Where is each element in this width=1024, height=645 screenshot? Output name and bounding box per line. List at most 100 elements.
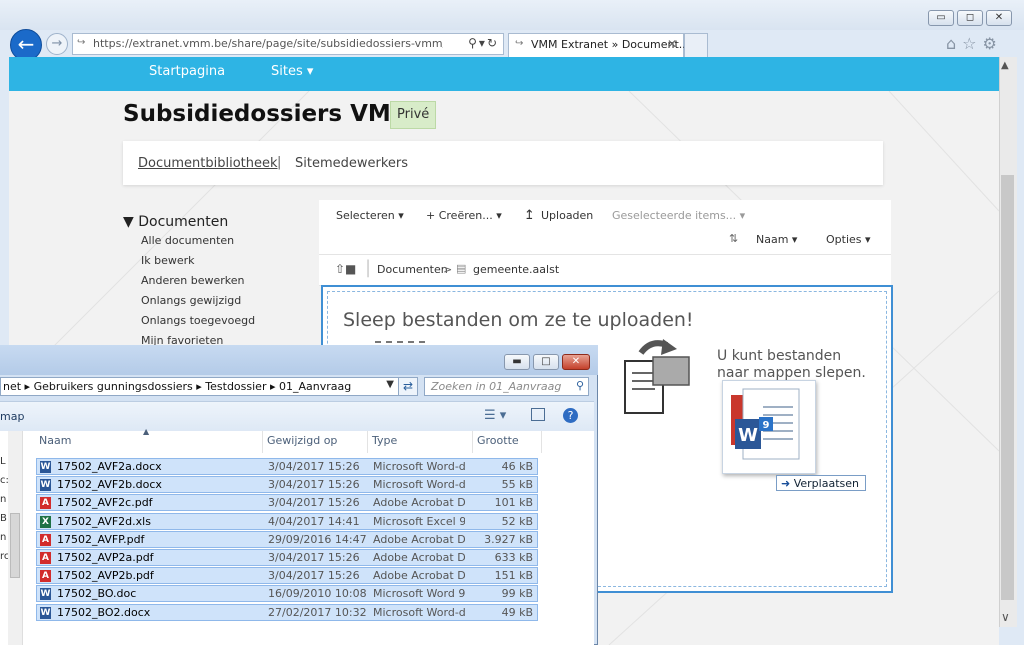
drag-to-folder-icon [624, 339, 690, 414]
refresh-icon[interactable]: ⇄ [398, 377, 418, 396]
create-menu-button[interactable]: + Creëren... ▾ [426, 209, 502, 222]
file-row[interactable]: A 17502_AVFP.pdf 29/09/2016 14:47 Adobe Acr… [36, 530, 538, 548]
file-name: 17502_AVF2d.xls [57, 514, 151, 528]
explorer-maximize-button[interactable]: □ [533, 354, 559, 370]
file-size: 99 kB [501, 587, 533, 601]
word-icon: W [40, 461, 51, 473]
upload-icon[interactable]: ↥ [524, 208, 535, 223]
view-options-icon[interactable]: ☰ ▾ [484, 408, 506, 423]
explorer-minimize-button[interactable]: ▬ [504, 354, 530, 370]
file-row[interactable]: A 17502_AVP2a.pdf 3/04/2017 15:26 Adobe Acr… [36, 549, 538, 566]
file-type: Microsoft Word-d... [373, 605, 465, 619]
breadcrumb: ⇧■ | Documenten > ▤ gemeente.aalst [319, 254, 891, 286]
file-type: Adobe Acrobat D... [373, 569, 465, 583]
sidebar-item-anderen-bewerken[interactable]: Anderen bewerken [141, 274, 245, 287]
explorer-close-button[interactable]: ✕ [562, 354, 590, 370]
favorites-star-icon[interactable]: ☆ [962, 34, 982, 53]
maximize-button[interactable]: ◻ [957, 10, 983, 26]
search-icon[interactable]: ⚲ [576, 379, 584, 392]
privacy-badge: Privé [390, 101, 437, 129]
address-actions-icon[interactable]: ⚲▾↻ [468, 36, 499, 50]
file-size: 101 kB [494, 496, 533, 510]
sort-direction-icon[interactable]: ⇅ [729, 232, 738, 245]
column-divider[interactable] [472, 431, 473, 453]
column-divider[interactable] [262, 431, 263, 453]
drag-count-badge: 9 [763, 420, 770, 431]
explorer-address-bar[interactable]: net ▸ Gebruikers gunningsdossiers ▸ Test… [0, 377, 400, 396]
new-folder-button[interactable]: map [0, 410, 24, 423]
gear-icon[interactable]: ⚙ [983, 34, 1003, 53]
site-title: Subsidiedossiers VMM [123, 101, 414, 127]
home-icon[interactable]: ⌂ [946, 34, 962, 53]
drop-zone-hint: U kunt bestanden naar mappen slepen. [717, 348, 866, 381]
explorer-titlebar[interactable]: ▬ □ ✕ [0, 345, 598, 375]
file-modified: 3/04/2017 15:26 [268, 569, 360, 583]
file-name: 17502_AVP2a.pdf [57, 551, 154, 564]
address-bar[interactable]: ↪ https://extranet.vmm.be/share/page/sit… [72, 33, 504, 55]
tab-vmm-extranet[interactable]: ↪ VMM Extranet » Document... ✕ [508, 33, 689, 57]
explorer-search-input[interactable]: Zoeken in 01_Aanvraag ⚲ [424, 377, 589, 396]
pdf-icon: A [40, 570, 51, 583]
file-row[interactable]: W 17502_AVF2b.docx 3/04/2017 15:26 Microsof… [36, 476, 538, 494]
nav-sites[interactable]: Sites ▾ [271, 64, 313, 79]
preview-pane-icon[interactable] [531, 408, 545, 421]
chevron-down-icon[interactable]: ▼ [386, 379, 394, 390]
file-row[interactable]: X 17502_AVF2d.xls 4/04/2017 14:41 Microsoft… [36, 512, 538, 530]
sidebar-item-alle-documenten[interactable]: Alle documenten [141, 234, 234, 247]
sidebar-heading-documenten[interactable]: ▼ Documenten [123, 214, 228, 230]
column-type[interactable]: Type [372, 434, 397, 447]
scroll-up-icon[interactable]: ▲ [1001, 60, 1009, 71]
column-size[interactable]: Grootte [477, 434, 519, 447]
file-size: 49 kB [501, 605, 533, 619]
drop-zone-underline [375, 341, 425, 343]
select-menu-button[interactable]: Selecteren ▾ [336, 209, 404, 222]
help-icon[interactable]: ? [563, 408, 578, 423]
file-modified: 3/04/2017 15:26 [268, 496, 360, 510]
sidebar-item-onlangs-toegevoegd[interactable]: Onlangs toegevoegd [141, 314, 255, 327]
file-size: 633 kB [494, 551, 533, 564]
close-window-button[interactable]: ✕ [986, 10, 1012, 26]
explorer-path[interactable]: net ▸ Gebruikers gunningsdossiers ▸ Test… [3, 380, 351, 393]
folder-up-icon[interactable]: ⇧■ [335, 262, 356, 276]
file-type: Microsoft Excel 97... [373, 514, 465, 528]
file-modified: 3/04/2017 15:26 [268, 478, 360, 492]
nav-pane-scroll-thumb[interactable] [10, 513, 20, 578]
file-type: Microsoft Word 9... [373, 587, 465, 601]
arrow-right-icon: ➜ [781, 477, 791, 490]
subnav-documentbibliotheek[interactable]: Documentbibliotheek [138, 156, 278, 171]
sidebar-item-onlangs-gewijzigd[interactable]: Onlangs gewijzigd [141, 294, 241, 307]
move-label: Verplaatsen [793, 477, 859, 490]
column-modified[interactable]: Gewijzigd op [267, 434, 337, 447]
nav-startpagina[interactable]: Startpagina [149, 64, 225, 79]
file-row[interactable]: A 17502_AVP2b.pdf 3/04/2017 15:26 Adobe Acr… [36, 567, 538, 585]
file-name: 17502_AVF2a.docx [57, 460, 162, 473]
site-subnav: Documentbibliotheek | Sitemedewerkers [123, 141, 883, 185]
page-scrollbar-thumb[interactable] [1001, 175, 1014, 600]
scroll-down-icon[interactable]: ∨ [1001, 610, 1010, 624]
file-row[interactable]: W 17502_BO2.docx 27/02/2017 10:32 Microsoft… [36, 603, 538, 621]
file-type: Microsoft Word-d... [373, 478, 465, 492]
column-divider[interactable] [541, 431, 542, 453]
column-name[interactable]: Naam [39, 434, 71, 447]
sort-name-button[interactable]: Naam ▾ [756, 233, 797, 246]
forward-button[interactable]: → [46, 33, 68, 55]
file-row[interactable]: W 17502_AVF2a.docx 3/04/2017 15:26 Microsof… [36, 458, 538, 475]
breadcrumb-folder[interactable]: gemeente.aalst [473, 263, 559, 276]
file-modified: 3/04/2017 15:26 [268, 551, 360, 564]
address-url[interactable]: https://extranet.vmm.be/share/page/site/… [93, 37, 443, 50]
file-row[interactable]: W 17502_BO.doc 16/09/2010 10:08 Microsoft W… [36, 585, 538, 603]
tab-favicon-icon: ↪ [515, 38, 524, 49]
new-tab-button[interactable] [684, 33, 708, 57]
column-divider[interactable] [367, 431, 368, 453]
word-icon: W [40, 588, 51, 601]
options-button[interactable]: Opties ▾ [826, 233, 871, 246]
file-row[interactable]: A 17502_AVF2c.pdf 3/04/2017 15:26 Adobe Acr… [36, 494, 538, 512]
tab-close-icon[interactable]: ✕ [667, 37, 677, 51]
breadcrumb-documenten[interactable]: Documenten [377, 263, 448, 276]
selected-items-button: Geselecteerde items... ▾ [612, 209, 746, 222]
sidebar-item-ik-bewerk[interactable]: Ik bewerk [141, 254, 195, 267]
minimize-button[interactable]: ▭ [928, 10, 954, 26]
file-name: 17502_BO2.docx [57, 605, 151, 619]
subnav-sitemedewerkers[interactable]: Sitemedewerkers [295, 156, 408, 171]
upload-button[interactable]: Uploaden [541, 209, 593, 222]
